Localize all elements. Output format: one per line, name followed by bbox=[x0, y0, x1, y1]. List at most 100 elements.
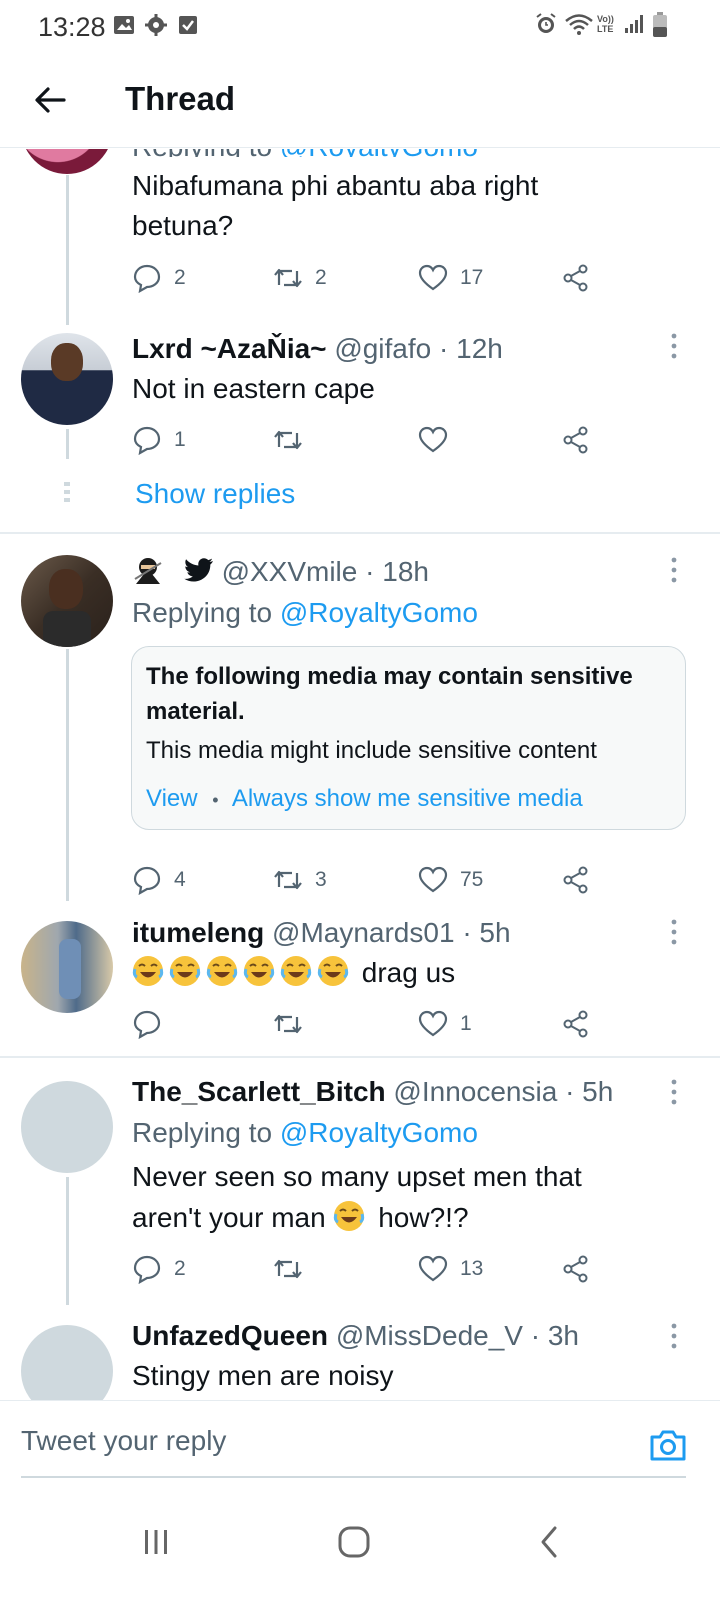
reply-button[interactable]: 4 bbox=[132, 862, 186, 898]
tweet-unfazed[interactable]: UnfazedQueen @MissDede_V · 3h Stingy men… bbox=[0, 1303, 720, 1400]
like-button[interactable]: 75 bbox=[418, 862, 483, 898]
twitter-bird-icon bbox=[183, 558, 213, 582]
author-name[interactable]: The_Scarlett_Bitch bbox=[132, 1076, 386, 1107]
divider bbox=[0, 1056, 720, 1058]
like-button[interactable]: 1 bbox=[418, 1006, 472, 1042]
avatar[interactable] bbox=[21, 1081, 113, 1173]
author-name[interactable]: itumeleng bbox=[132, 917, 264, 948]
more-options-icon[interactable] bbox=[670, 1323, 678, 1349]
retweet-icon bbox=[274, 1014, 302, 1034]
back-icon[interactable] bbox=[530, 1522, 570, 1562]
tweet-partial[interactable]: Replying to @RoyaltyGomo Nibafumana phi … bbox=[0, 149, 720, 325]
tweet-reply-input[interactable]: Tweet your reply bbox=[21, 1425, 226, 1457]
signal-icon bbox=[625, 15, 643, 33]
status-time: 13:28 bbox=[38, 12, 106, 42]
retweet-button[interactable]: 3 bbox=[273, 862, 327, 898]
author-name[interactable]: UnfazedQueen bbox=[132, 1320, 328, 1351]
share-icon bbox=[563, 866, 588, 894]
retweet-button[interactable]: 2 bbox=[273, 260, 327, 296]
reply-button[interactable]: 2 bbox=[132, 260, 186, 296]
avatar[interactable] bbox=[21, 333, 113, 425]
avatar[interactable] bbox=[21, 1325, 113, 1400]
reply-icon bbox=[133, 866, 161, 895]
sensitive-actions: View • Always show me sensitive media bbox=[146, 785, 583, 812]
avatar[interactable] bbox=[21, 555, 113, 647]
share-button[interactable] bbox=[561, 1251, 591, 1287]
share-button[interactable] bbox=[561, 1006, 591, 1042]
tweet-scarlett[interactable]: The_Scarlett_Bitch @Innocensia · 5h Repl… bbox=[0, 1059, 720, 1305]
share-button[interactable] bbox=[561, 422, 591, 458]
retweet-icon bbox=[274, 870, 302, 890]
back-arrow-icon[interactable] bbox=[30, 80, 70, 120]
author-name[interactable]: Lxrd ~AzaŇia~ bbox=[132, 333, 327, 364]
thread-dots bbox=[64, 482, 70, 504]
checkbox-icon bbox=[179, 16, 197, 34]
wifi-icon bbox=[565, 14, 593, 35]
reply-button[interactable] bbox=[132, 1006, 162, 1042]
ninja-emoji-icon bbox=[134, 558, 162, 584]
like-button[interactable] bbox=[418, 422, 448, 458]
tweet-meta: @XXVmile · 18h bbox=[132, 552, 429, 592]
tweet-text-line: aren't your man how?!? bbox=[132, 1198, 469, 1238]
like-button[interactable]: 17 bbox=[418, 260, 483, 296]
always-show-sensitive-link[interactable]: Always show me sensitive media bbox=[232, 785, 583, 812]
page-title: Thread bbox=[125, 80, 236, 117]
replying-to-link[interactable]: @RoyaltyGomo bbox=[280, 597, 478, 628]
share-icon bbox=[563, 1255, 588, 1283]
laughing-emoji-icon bbox=[169, 956, 201, 986]
author-handle[interactable]: @MissDede_V bbox=[336, 1320, 523, 1351]
tweet-itumeleng[interactable]: itumeleng @Maynards01 · 5h drag us 1 bbox=[0, 903, 720, 1057]
replying-to-link[interactable]: @RoyaltyGomo bbox=[280, 1117, 478, 1148]
avatar-figure bbox=[59, 939, 81, 999]
reply-count: 2 bbox=[174, 266, 186, 289]
replying-to-link[interactable]: @RoyaltyGomo bbox=[280, 149, 478, 157]
reply-button[interactable]: 2 bbox=[132, 1251, 186, 1287]
reply-button[interactable]: 1 bbox=[132, 422, 186, 458]
avatar-face bbox=[49, 569, 83, 609]
recent-apps-icon[interactable] bbox=[136, 1522, 176, 1562]
share-button[interactable] bbox=[561, 260, 591, 296]
tweet-text: Never seen so many upset men that bbox=[132, 1161, 582, 1192]
more-options-icon[interactable] bbox=[670, 1079, 678, 1105]
heart-icon bbox=[418, 264, 448, 291]
reply-icon bbox=[133, 264, 161, 293]
more-options-icon[interactable] bbox=[670, 919, 678, 945]
author-handle[interactable]: @gifafo bbox=[334, 333, 431, 364]
heart-icon bbox=[418, 426, 448, 453]
avatar[interactable] bbox=[21, 921, 113, 1013]
share-icon bbox=[563, 1010, 588, 1038]
tweet-meta: itumeleng @Maynards01 · 5h bbox=[132, 917, 511, 948]
heart-icon bbox=[418, 1255, 448, 1282]
like-button[interactable]: 13 bbox=[418, 1251, 483, 1287]
like-count: 1 bbox=[460, 1012, 472, 1035]
share-button[interactable] bbox=[561, 862, 591, 898]
tweet-xxvmile[interactable]: @XXVmile · 18h Replying to @RoyaltyGomo … bbox=[0, 535, 720, 903]
tweet-lxrd[interactable]: Lxrd ~AzaŇia~ @gifafo · 12h Not in easte… bbox=[0, 319, 720, 533]
laughing-emoji-icon bbox=[206, 956, 238, 986]
camera-icon[interactable] bbox=[648, 1425, 688, 1465]
more-options-icon[interactable] bbox=[670, 557, 678, 583]
tweet-text-line: drag us bbox=[132, 953, 455, 993]
retweet-button[interactable] bbox=[273, 1006, 303, 1042]
show-replies-link[interactable]: Show replies bbox=[135, 474, 295, 514]
retweet-icon bbox=[274, 1259, 302, 1279]
avatar-body bbox=[43, 611, 91, 647]
home-icon[interactable] bbox=[334, 1522, 374, 1562]
retweet-count: 2 bbox=[315, 266, 327, 289]
retweet-button[interactable] bbox=[273, 422, 303, 458]
author-handle[interactable]: @XXVmile bbox=[222, 556, 358, 587]
author-handle[interactable]: @Maynards01 bbox=[272, 917, 455, 948]
thread-feed[interactable]: Replying to @RoyaltyGomo Nibafumana phi … bbox=[0, 149, 720, 1400]
reply-icon bbox=[133, 1255, 161, 1284]
more-options-icon[interactable] bbox=[670, 333, 678, 359]
author-handle[interactable]: @Innocensia bbox=[393, 1076, 557, 1107]
laughing-emoji-icon bbox=[334, 1201, 365, 1231]
retweet-button[interactable] bbox=[273, 1251, 303, 1287]
thread-line bbox=[66, 429, 69, 459]
share-icon bbox=[563, 426, 588, 454]
view-media-link[interactable]: View bbox=[146, 785, 198, 812]
status-bar: 13:28 Vo)) LTE bbox=[0, 0, 720, 56]
reply-count: 2 bbox=[174, 1257, 186, 1280]
avatar[interactable] bbox=[21, 149, 113, 174]
settings-icon bbox=[145, 14, 167, 36]
